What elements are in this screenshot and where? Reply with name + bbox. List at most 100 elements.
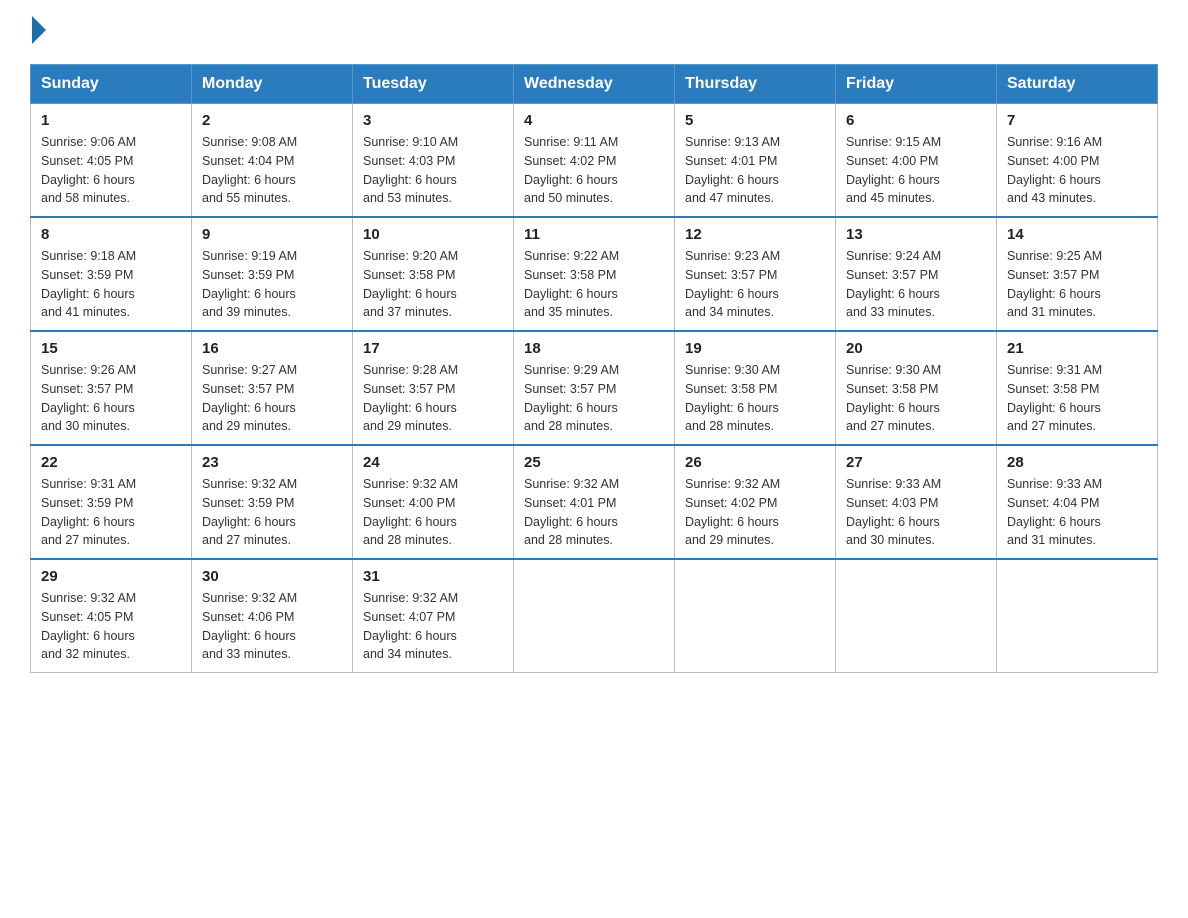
day-number: 21 [1007,340,1147,357]
calendar-cell: 11 Sunrise: 9:22 AMSunset: 3:58 PMDayligh… [514,217,675,331]
day-info: Sunrise: 9:11 AMSunset: 4:02 PMDaylight:… [524,133,664,208]
day-number: 4 [524,112,664,129]
calendar-cell: 30 Sunrise: 9:32 AMSunset: 4:06 PMDayligh… [192,559,353,673]
calendar-cell: 22 Sunrise: 9:31 AMSunset: 3:59 PMDayligh… [31,445,192,559]
day-number: 5 [685,112,825,129]
calendar-cell [997,559,1158,673]
day-number: 28 [1007,454,1147,471]
day-number: 13 [846,226,986,243]
day-number: 10 [363,226,503,243]
col-header-sunday: Sunday [31,65,192,104]
day-number: 22 [41,454,181,471]
page-header [30,20,1158,44]
day-info: Sunrise: 9:32 AMSunset: 3:59 PMDaylight:… [202,475,342,550]
day-info: Sunrise: 9:18 AMSunset: 3:59 PMDaylight:… [41,247,181,322]
calendar-cell: 16 Sunrise: 9:27 AMSunset: 3:57 PMDayligh… [192,331,353,445]
day-info: Sunrise: 9:32 AMSunset: 4:00 PMDaylight:… [363,475,503,550]
day-info: Sunrise: 9:20 AMSunset: 3:58 PMDaylight:… [363,247,503,322]
day-info: Sunrise: 9:33 AMSunset: 4:04 PMDaylight:… [1007,475,1147,550]
calendar-cell: 23 Sunrise: 9:32 AMSunset: 3:59 PMDayligh… [192,445,353,559]
day-number: 19 [685,340,825,357]
calendar-cell: 9Sunrise: 9:19 AMSunset: 3:59 PMDaylight… [192,217,353,331]
day-number: 26 [685,454,825,471]
day-number: 3 [363,112,503,129]
calendar-week-row: 1 Sunrise: 9:06 AMSunset: 4:05 PMDaylight… [31,104,1158,218]
day-info: Sunrise: 9:29 AMSunset: 3:57 PMDaylight:… [524,361,664,436]
day-info: Sunrise: 9:23 AMSunset: 3:57 PMDaylight:… [685,247,825,322]
calendar-week-row: 22 Sunrise: 9:31 AMSunset: 3:59 PMDayligh… [31,445,1158,559]
day-info: Sunrise: 9:16 AMSunset: 4:00 PMDaylight:… [1007,133,1147,208]
calendar-cell [675,559,836,673]
day-number: 25 [524,454,664,471]
day-info: Sunrise: 9:32 AMSunset: 4:05 PMDaylight:… [41,589,181,664]
day-info: Sunrise: 9:13 AMSunset: 4:01 PMDaylight:… [685,133,825,208]
day-number: 17 [363,340,503,357]
calendar-cell: 21 Sunrise: 9:31 AMSunset: 3:58 PMDayligh… [997,331,1158,445]
day-number: 11 [524,226,664,243]
calendar-cell: 17 Sunrise: 9:28 AMSunset: 3:57 PMDayligh… [353,331,514,445]
day-info: Sunrise: 9:31 AMSunset: 3:59 PMDaylight:… [41,475,181,550]
calendar-cell: 1 Sunrise: 9:06 AMSunset: 4:05 PMDaylight… [31,104,192,218]
day-number: 18 [524,340,664,357]
calendar-cell: 18 Sunrise: 9:29 AMSunset: 3:57 PMDayligh… [514,331,675,445]
day-number: 27 [846,454,986,471]
calendar-table: SundayMondayTuesdayWednesdayThursdayFrid… [30,64,1158,673]
day-info: Sunrise: 9:08 AMSunset: 4:04 PMDaylight:… [202,133,342,208]
day-number: 30 [202,568,342,585]
calendar-cell: 24 Sunrise: 9:32 AMSunset: 4:00 PMDayligh… [353,445,514,559]
day-number: 24 [363,454,503,471]
day-info: Sunrise: 9:32 AMSunset: 4:02 PMDaylight:… [685,475,825,550]
col-header-friday: Friday [836,65,997,104]
calendar-cell: 2Sunrise: 9:08 AMSunset: 4:04 PMDaylight… [192,104,353,218]
logo [30,20,46,44]
day-info: Sunrise: 9:30 AMSunset: 3:58 PMDaylight:… [685,361,825,436]
calendar-cell: 8 Sunrise: 9:18 AMSunset: 3:59 PMDaylight… [31,217,192,331]
day-info: Sunrise: 9:28 AMSunset: 3:57 PMDaylight:… [363,361,503,436]
calendar-cell: 26 Sunrise: 9:32 AMSunset: 4:02 PMDayligh… [675,445,836,559]
day-number: 8 [41,226,181,243]
day-info: Sunrise: 9:26 AMSunset: 3:57 PMDaylight:… [41,361,181,436]
day-number: 7 [1007,112,1147,129]
day-info: Sunrise: 9:25 AMSunset: 3:57 PMDaylight:… [1007,247,1147,322]
day-info: Sunrise: 9:33 AMSunset: 4:03 PMDaylight:… [846,475,986,550]
col-header-tuesday: Tuesday [353,65,514,104]
day-info: Sunrise: 9:32 AMSunset: 4:06 PMDaylight:… [202,589,342,664]
day-number: 31 [363,568,503,585]
day-number: 9 [202,226,342,243]
day-number: 14 [1007,226,1147,243]
day-number: 6 [846,112,986,129]
calendar-cell: 6Sunrise: 9:15 AMSunset: 4:00 PMDaylight… [836,104,997,218]
calendar-cell: 7 Sunrise: 9:16 AMSunset: 4:00 PMDaylight… [997,104,1158,218]
calendar-week-row: 8 Sunrise: 9:18 AMSunset: 3:59 PMDaylight… [31,217,1158,331]
calendar-week-row: 29 Sunrise: 9:32 AMSunset: 4:05 PMDayligh… [31,559,1158,673]
col-header-saturday: Saturday [997,65,1158,104]
calendar-cell: 31Sunrise: 9:32 AMSunset: 4:07 PMDayligh… [353,559,514,673]
day-number: 16 [202,340,342,357]
calendar-cell [836,559,997,673]
calendar-cell: 29 Sunrise: 9:32 AMSunset: 4:05 PMDayligh… [31,559,192,673]
day-info: Sunrise: 9:22 AMSunset: 3:58 PMDaylight:… [524,247,664,322]
calendar-cell: 15 Sunrise: 9:26 AMSunset: 3:57 PMDayligh… [31,331,192,445]
col-header-wednesday: Wednesday [514,65,675,104]
calendar-cell: 27 Sunrise: 9:33 AMSunset: 4:03 PMDayligh… [836,445,997,559]
day-number: 1 [41,112,181,129]
day-info: Sunrise: 9:32 AMSunset: 4:01 PMDaylight:… [524,475,664,550]
day-number: 23 [202,454,342,471]
calendar-cell: 12 Sunrise: 9:23 AMSunset: 3:57 PMDayligh… [675,217,836,331]
day-info: Sunrise: 9:10 AMSunset: 4:03 PMDaylight:… [363,133,503,208]
day-number: 20 [846,340,986,357]
day-info: Sunrise: 9:31 AMSunset: 3:58 PMDaylight:… [1007,361,1147,436]
calendar-cell: 25 Sunrise: 9:32 AMSunset: 4:01 PMDayligh… [514,445,675,559]
calendar-cell: 14 Sunrise: 9:25 AMSunset: 3:57 PMDayligh… [997,217,1158,331]
day-number: 15 [41,340,181,357]
day-number: 12 [685,226,825,243]
day-info: Sunrise: 9:06 AMSunset: 4:05 PMDaylight:… [41,133,181,208]
calendar-header-row: SundayMondayTuesdayWednesdayThursdayFrid… [31,65,1158,104]
calendar-cell [514,559,675,673]
day-number: 29 [41,568,181,585]
day-info: Sunrise: 9:30 AMSunset: 3:58 PMDaylight:… [846,361,986,436]
calendar-week-row: 15 Sunrise: 9:26 AMSunset: 3:57 PMDayligh… [31,331,1158,445]
calendar-cell: 3 Sunrise: 9:10 AMSunset: 4:03 PMDaylight… [353,104,514,218]
col-header-thursday: Thursday [675,65,836,104]
day-info: Sunrise: 9:27 AMSunset: 3:57 PMDaylight:… [202,361,342,436]
